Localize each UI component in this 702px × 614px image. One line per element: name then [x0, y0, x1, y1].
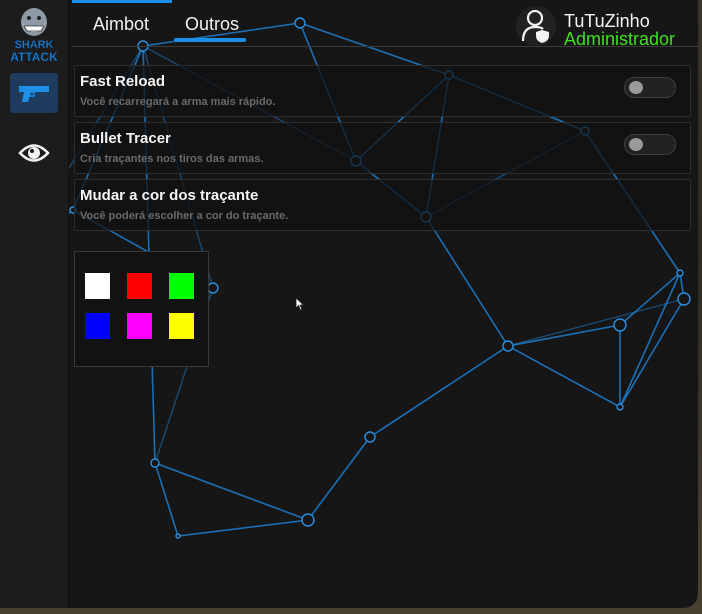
- mouse-cursor-icon: [295, 297, 305, 311]
- bullet-tracer-toggle[interactable]: [624, 134, 676, 155]
- user-avatar: [516, 6, 556, 46]
- toggle-knob: [629, 138, 643, 151]
- sidebar-item-aimbot-weapons[interactable]: [10, 73, 58, 113]
- option-title: Fast Reload: [80, 73, 166, 90]
- color-swatch-magenta[interactable]: [127, 313, 152, 339]
- cheat-menu-panel: SHARK ATTACK Aimbot Outros TuTuZinho Adm…: [0, 0, 698, 608]
- color-swatch-yellow[interactable]: [169, 313, 194, 339]
- user-shield-icon: [521, 9, 549, 43]
- eye-icon: [18, 144, 50, 162]
- fast-reload-toggle[interactable]: [624, 77, 676, 98]
- option-description: Você recarregará a arma mais rápido.: [80, 96, 276, 108]
- option-title: Mudar a cor dos traçante: [80, 187, 259, 204]
- option-title: Bullet Tracer: [80, 130, 171, 147]
- tracer-color-picker: [74, 251, 209, 367]
- color-swatch-green[interactable]: [169, 273, 194, 299]
- option-tracer-color: Mudar a cor dos traçante Você poderá esc…: [74, 179, 691, 231]
- toggle-knob: [629, 81, 643, 94]
- shark-attack-logo: SHARK ATTACK: [8, 4, 60, 64]
- sidebar-item-visuals[interactable]: [10, 133, 58, 173]
- header-divider: [72, 46, 698, 47]
- tab-outros[interactable]: Outros: [185, 14, 239, 35]
- active-tab-indicator: [174, 38, 246, 42]
- color-swatch-blue[interactable]: [85, 313, 110, 339]
- option-bullet-tracer: Bullet Tracer Cria traçantes nos tiros d…: [74, 122, 691, 174]
- tab-aimbot[interactable]: Aimbot: [93, 14, 149, 35]
- gun-icon: [19, 86, 49, 102]
- sidebar: SHARK ATTACK: [0, 0, 69, 608]
- color-swatch-red[interactable]: [127, 273, 152, 299]
- option-description: Você poderá escolher a cor do traçante.: [80, 210, 289, 222]
- top-accent-bar: [72, 0, 172, 3]
- svg-text:ATTACK: ATTACK: [10, 50, 58, 64]
- color-swatch-white[interactable]: [85, 273, 110, 299]
- option-description: Cria traçantes nos tiros das armas.: [80, 153, 264, 165]
- option-fast-reload: Fast Reload Você recarregará a arma mais…: [74, 65, 691, 117]
